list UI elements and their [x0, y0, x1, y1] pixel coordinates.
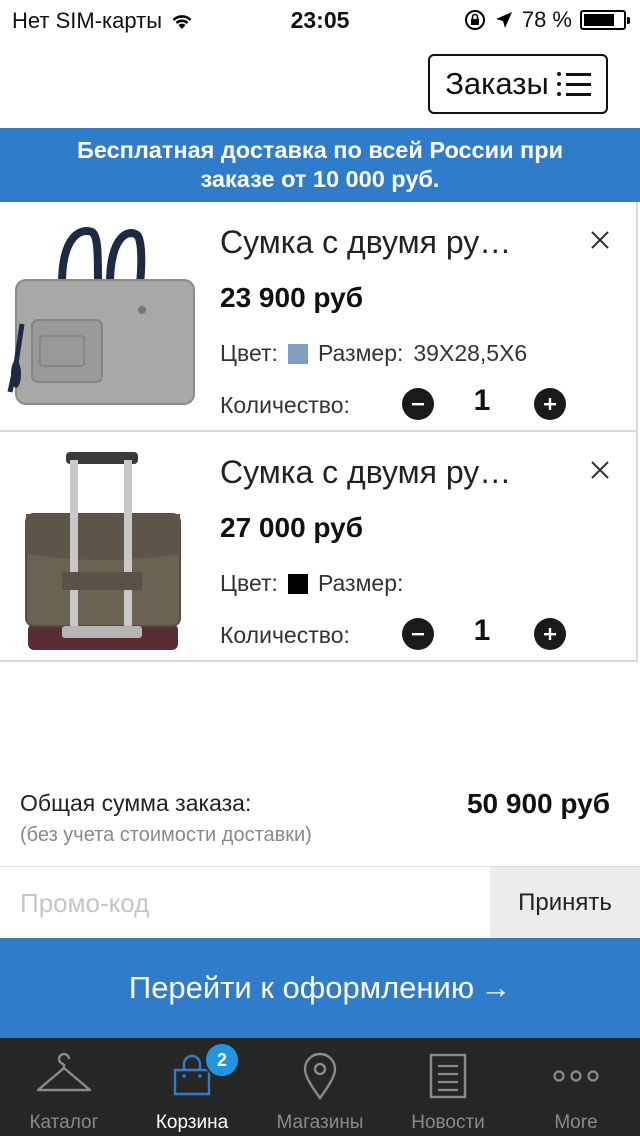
quantity-value: 1 [473, 384, 491, 417]
order-total-label: Общая сумма заказа: [20, 790, 252, 816]
list-icon [556, 72, 591, 96]
color-label: Цвет: [220, 570, 278, 596]
tab-label: Магазины [276, 1112, 364, 1133]
product-attributes: Цвет: Размер: 39X28,5X6 [220, 340, 527, 367]
map-pin-icon [303, 1052, 337, 1100]
tab-bar: Каталог 2 Корзина Магазины Новости More [0, 1038, 640, 1136]
tab-cart[interactable]: 2 Корзина [128, 1038, 256, 1136]
apply-promo-button[interactable]: Принять [490, 867, 640, 939]
tab-more[interactable]: More [512, 1038, 640, 1136]
cart-count-badge: 2 [204, 1042, 240, 1078]
color-label: Цвет: [220, 340, 278, 366]
battery-percent: 78 % [521, 7, 572, 32]
more-icon [553, 1070, 599, 1082]
decrease-quantity-button[interactable] [402, 388, 434, 420]
banner-line-2: заказе от 10 000 руб. [200, 166, 440, 192]
increase-quantity-button[interactable] [534, 388, 566, 420]
quantity-label: Количество: [220, 392, 350, 418]
promo-code-row: Принять [0, 866, 640, 939]
product-attributes: Цвет: Размер: [220, 570, 413, 597]
tab-label: Корзина [155, 1112, 229, 1133]
checkout-label: Перейти к оформлению [128, 970, 475, 1005]
battery-icon [580, 10, 630, 30]
orders-button[interactable]: Заказы [428, 54, 608, 114]
minus-icon [412, 403, 424, 406]
product-name[interactable]: Сумка с двумя ру… [220, 454, 511, 491]
cart-item: Сумка с двумя ру… 27 000 руб Цвет: Разме… [0, 432, 638, 662]
order-total-note: (без учета стоимости доставки) [20, 824, 312, 846]
order-total-value: 50 900 руб [466, 788, 610, 819]
color-swatch [287, 573, 308, 594]
product-image-grey-bag[interactable] [0, 214, 196, 420]
size-value: 39X28,5X6 [413, 340, 528, 366]
cart-item: Сумка с двумя ру… 23 900 руб Цвет: Разме… [0, 202, 638, 432]
increase-quantity-button[interactable] [534, 618, 566, 650]
checkout-button[interactable]: Перейти к оформлению → [0, 938, 640, 1038]
product-name[interactable]: Сумка с двумя ру… [220, 224, 511, 261]
tab-news[interactable]: Новости [384, 1038, 512, 1136]
rotation-lock-icon [464, 10, 485, 30]
arrow-right-icon: → [480, 970, 512, 1005]
tab-catalog[interactable]: Каталог [0, 1038, 128, 1136]
free-delivery-banner: Бесплатная доставка по всей России при з… [0, 128, 640, 202]
tab-label: More [554, 1112, 598, 1133]
minus-icon [412, 633, 424, 636]
quantity-value: 1 [473, 614, 491, 647]
news-icon [429, 1053, 467, 1099]
plus-icon [544, 628, 556, 640]
quantity-label: Количество: [220, 622, 350, 648]
size-label: Размер: [317, 340, 404, 366]
hanger-icon [36, 1052, 92, 1092]
status-right: 78 % [464, 7, 630, 33]
promo-code-input[interactable] [0, 867, 490, 939]
size-label: Размер: [317, 570, 404, 596]
product-price: 27 000 руб [220, 512, 364, 543]
banner-line-1: Бесплатная доставка по всей России при [76, 137, 564, 163]
tab-stores[interactable]: Магазины [256, 1038, 384, 1136]
product-image-brown-bag[interactable] [0, 444, 196, 650]
color-swatch [287, 343, 308, 364]
tab-label: Новости [411, 1112, 485, 1133]
remove-item-icon[interactable] [588, 228, 612, 252]
decrease-quantity-button[interactable] [402, 618, 434, 650]
remove-item-icon[interactable] [588, 458, 612, 482]
plus-icon [544, 398, 556, 410]
location-arrow-icon [495, 12, 512, 28]
tab-label: Каталог [29, 1112, 99, 1133]
orders-label: Заказы [445, 66, 549, 101]
product-price: 23 900 руб [220, 282, 364, 313]
status-bar: Нет SIM-карты 23:05 78 % [0, 0, 640, 40]
